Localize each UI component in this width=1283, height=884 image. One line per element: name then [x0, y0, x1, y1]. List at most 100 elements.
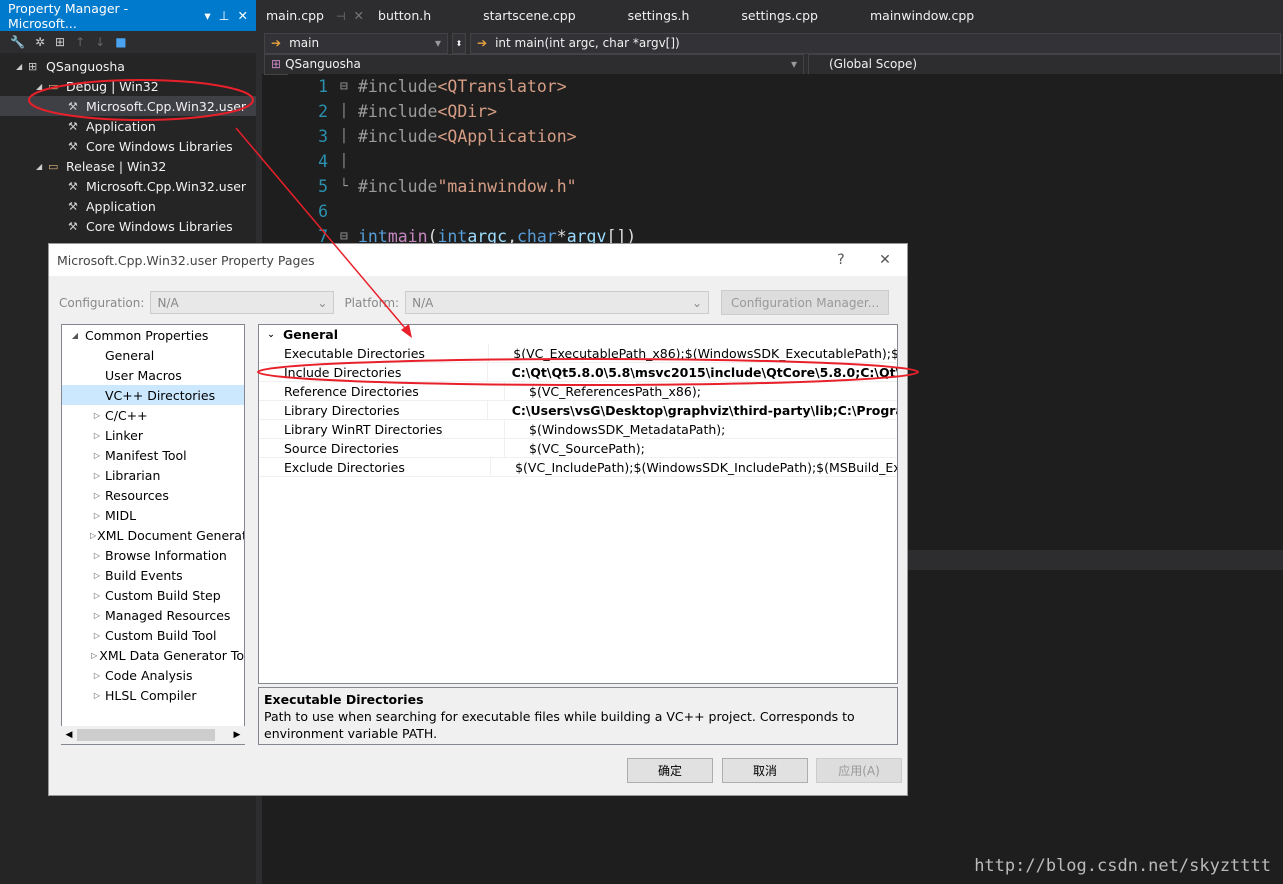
panel-title: Property Manager - Microsoft... — [8, 0, 129, 31]
expand-icon[interactable]: ▷ — [90, 431, 104, 440]
configuration-row: Configuration: N/A ⌄ Platform: N/A ⌄ Confi… — [59, 290, 890, 315]
settings-tree-item[interactable]: ▷ Resources — [62, 485, 244, 505]
tab-settings-cpp[interactable]: settings.cpp — [737, 0, 826, 31]
property-row[interactable]: Reference Directories $(VC_ReferencesPath… — [259, 381, 897, 401]
property-value[interactable]: $(VC_ExecutablePath_x86);$(WindowsSDK_Ex… — [489, 346, 897, 361]
help-button[interactable]: ? — [819, 252, 863, 268]
property-row[interactable]: Exclude Directories $(VC_IncludePath);$(W… — [259, 457, 897, 477]
expand-icon[interactable]: ▷ — [90, 611, 104, 620]
expand-icon[interactable]: ▷ — [90, 671, 104, 680]
add-new-sheet-icon[interactable]: ✲ — [35, 35, 45, 49]
property-value[interactable]: $(VC_IncludePath);$(WindowsSDK_IncludePa… — [491, 460, 897, 475]
ok-button[interactable]: 确定 — [627, 758, 713, 783]
apply-button[interactable]: 应用(A) — [816, 758, 902, 783]
function-dropdown[interactable]: ➔ main ▾ — [264, 32, 448, 54]
property-value[interactable]: $(VC_SourcePath); — [505, 441, 645, 456]
tree-node[interactable]: ◢ ▭ Debug | Win32 — [0, 76, 256, 96]
expand-icon[interactable]: ▷ — [90, 571, 104, 580]
tree-node[interactable]: ◢ ▭ Release | Win32 — [0, 156, 256, 176]
save-icon[interactable]: ■ — [115, 35, 126, 49]
close-button[interactable]: ✕ — [863, 252, 907, 268]
spin-button[interactable]: ⬍ — [452, 32, 466, 54]
settings-tree-item[interactable]: ▷ Managed Resources — [62, 605, 244, 625]
project-dropdown[interactable]: ⊞ QSanguosha ▾ — [264, 53, 804, 75]
tab-mainwindow-cpp[interactable]: mainwindow.cpp — [866, 0, 982, 31]
tree-node[interactable]: ◢ ⊞ QSanguosha — [0, 56, 256, 76]
scope-dropdown[interactable]: (Global Scope) — [808, 53, 1281, 75]
platform-select[interactable]: N/A ⌄ — [405, 291, 710, 314]
pin-icon[interactable]: ⊥ — [219, 8, 230, 23]
expand-icon[interactable]: ▷ — [90, 531, 96, 540]
property-row[interactable]: Executable Directories $(VC_ExecutablePat… — [259, 343, 897, 363]
property-row[interactable]: Source Directories $(VC_SourcePath); — [259, 438, 897, 458]
property-value[interactable]: C:\Users\vsG\Desktop\graphviz\third-part… — [488, 403, 897, 418]
settings-tree-item[interactable]: ▷ HLSL Compiler — [62, 685, 244, 705]
property-value[interactable]: $(VC_ReferencesPath_x86); — [505, 384, 701, 399]
expand-icon[interactable]: ▷ — [90, 511, 104, 520]
tree-node[interactable]: ⚒ Microsoft.Cpp.Win32.user — [0, 96, 256, 116]
expand-icon[interactable]: ▷ — [90, 451, 104, 460]
property-row[interactable]: Library Directories C:\Users\vsG\Desktop\… — [259, 400, 897, 420]
settings-tree-item[interactable]: ▷ Linker — [62, 425, 244, 445]
settings-tree-item[interactable]: ▷ XML Data Generator To — [62, 645, 244, 665]
properties-icon[interactable]: 🔧 — [10, 35, 25, 49]
expand-icon[interactable]: ▷ — [90, 691, 104, 700]
settings-tree-item[interactable]: ▷ Browse Information — [62, 545, 244, 565]
settings-tree-item[interactable]: ▷ Code Analysis — [62, 665, 244, 685]
tab-label: button.h — [378, 8, 432, 23]
tree-node[interactable]: ⚒ Application — [0, 116, 256, 136]
dropdown-icon[interactable]: ▾ — [204, 8, 210, 23]
close-tab-icon[interactable]: ✕ — [354, 8, 364, 23]
collapse-icon[interactable]: ⌄ — [259, 330, 283, 340]
tree-node[interactable]: ⚒ Core Windows Libraries — [0, 216, 256, 236]
tree-node[interactable]: ⚒ Core Windows Libraries — [0, 136, 256, 156]
settings-tree-item[interactable]: ▷ Build Events — [62, 565, 244, 585]
settings-tree-item[interactable]: VC++ Directories — [62, 385, 244, 405]
property-value[interactable]: $(WindowsSDK_MetadataPath); — [505, 422, 725, 437]
property-row[interactable]: Library WinRT Directories $(WindowsSDK_Me… — [259, 419, 897, 439]
settings-tree-label: Resources — [105, 487, 169, 503]
tab-button-h[interactable]: button.h — [374, 0, 439, 31]
tab-main-cpp[interactable]: main.cpp ⊣ ✕ — [262, 0, 375, 31]
expand-icon[interactable]: ▷ — [90, 491, 104, 500]
pin-icon[interactable]: ⊣ — [336, 10, 346, 23]
expand-icon[interactable]: ▷ — [90, 411, 104, 420]
expand-icon[interactable]: ▷ — [90, 631, 104, 640]
property-row[interactable]: Include Directories C:\Qt\Qt5.8.0\5.8\msv… — [259, 362, 897, 382]
settings-tree-item[interactable]: ▷ Librarian — [62, 465, 244, 485]
settings-tree-item[interactable]: ▷ Custom Build Step — [62, 585, 244, 605]
expand-icon[interactable]: ◢ — [36, 162, 48, 171]
expand-icon[interactable]: ◢ — [36, 82, 48, 91]
settings-tree-item[interactable]: ▷ MIDL — [62, 505, 244, 525]
settings-tree-item[interactable]: ◢ Common Properties — [62, 325, 244, 345]
settings-tree-label: Custom Build Tool — [105, 627, 217, 643]
expand-icon[interactable]: ▷ — [90, 471, 104, 480]
configuration-select[interactable]: N/A ⌄ — [150, 291, 335, 314]
settings-tree-item[interactable]: General — [62, 345, 244, 365]
move-up-icon[interactable]: ↑ — [75, 35, 85, 49]
signature-dropdown[interactable]: ➔ int main(int argc, char *argv[]) — [470, 32, 1281, 54]
expand-icon[interactable]: ◢ — [68, 331, 82, 340]
settings-tree-item[interactable]: ▷ XML Document Generat — [62, 525, 244, 545]
tree-node[interactable]: ⚒ Application — [0, 196, 256, 216]
configuration-manager-button[interactable]: Configuration Manager... — [721, 290, 890, 315]
expand-icon[interactable]: ▷ — [90, 591, 104, 600]
expand-icon[interactable]: ◢ — [16, 62, 28, 71]
settings-tree-item[interactable]: ▷ Manifest Tool — [62, 445, 244, 465]
tab-startscene-cpp[interactable]: startscene.cpp — [479, 0, 584, 31]
cancel-button[interactable]: 取消 — [722, 758, 808, 783]
add-existing-sheet-icon[interactable]: ⊞ — [55, 35, 65, 49]
horizontal-scrollbar[interactable]: ◀ ▶ — [61, 726, 245, 744]
move-down-icon[interactable]: ↓ — [95, 35, 105, 49]
tree-node[interactable]: ⚒ Microsoft.Cpp.Win32.user — [0, 176, 256, 196]
settings-tree-item[interactable]: ▷ C/C++ — [62, 405, 244, 425]
close-icon[interactable]: ✕ — [238, 8, 248, 23]
expand-icon[interactable]: ▷ — [90, 651, 98, 660]
section-header[interactable]: ⌄ General — [259, 325, 897, 344]
settings-tree-item[interactable]: ▷ Custom Build Tool — [62, 625, 244, 645]
settings-tree-item[interactable]: User Macros — [62, 365, 244, 385]
tab-settings-h[interactable]: settings.h — [624, 0, 698, 31]
expand-icon[interactable]: ▷ — [90, 551, 104, 560]
property-value[interactable]: C:\Qt\Qt5.8.0\5.8\msvc2015\include\QtCor… — [488, 365, 897, 380]
editor-tabs: main.cpp ⊣ ✕ button.h startscene.cpp setting… — [262, 0, 1283, 31]
